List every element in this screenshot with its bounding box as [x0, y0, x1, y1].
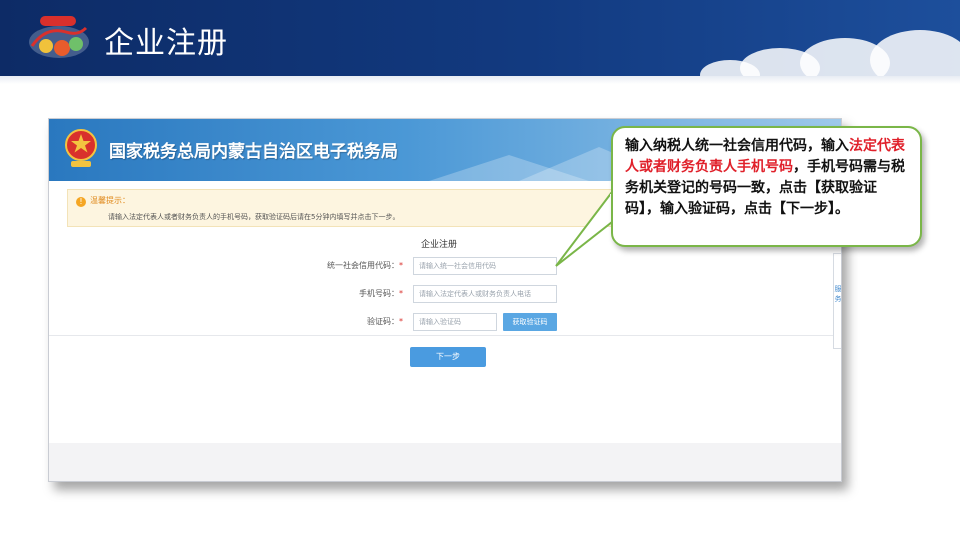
callout-text: 输入纳税人统一社会信用代码，输入法定代表人或者财务负责人手机号码，手机号码需与税…: [625, 136, 910, 220]
side-widget-char: 服: [834, 285, 842, 293]
verification-code-input[interactable]: [413, 313, 497, 331]
slide-header: 企业注册: [0, 0, 960, 76]
phone-input[interactable]: [413, 285, 557, 303]
required-mark: *: [399, 317, 403, 326]
notice-text: 请输入法定代表人或者财务负责人的手机号码，获取验证码后请在5分钟内填写并点击下一…: [108, 213, 400, 221]
credit-code-label: 统一社会信用代码：*: [283, 260, 403, 271]
phone-label-text: 手机号码：: [359, 289, 399, 298]
site-title: 国家税务总局内蒙古自治区电子税务局: [109, 142, 398, 162]
required-mark: *: [399, 261, 403, 270]
info-icon: !: [76, 197, 86, 207]
verification-code-label: 验证码：*: [283, 316, 403, 327]
callout-text-part1: 输入纳税人统一社会信用代码，输入: [625, 138, 849, 154]
required-mark: *: [399, 289, 403, 298]
verification-code-label-text: 验证码：: [367, 317, 399, 326]
credit-code-input[interactable]: [413, 257, 557, 275]
side-widget-char: 务: [834, 295, 842, 303]
get-code-button[interactable]: 获取验证码: [503, 313, 557, 331]
notice-title: 温馨提示：: [90, 196, 130, 205]
slide-title: 企业注册: [104, 26, 228, 61]
header-shadow: [0, 76, 960, 84]
credit-code-label-text: 统一社会信用代码：: [327, 261, 399, 270]
side-service-widget[interactable]: 服 务: [833, 253, 842, 349]
divider: [49, 335, 841, 336]
tax-mascot-logo-icon: [29, 16, 89, 58]
notice-box: ! 温馨提示： 请输入法定代表人或者财务负责人的手机号码，获取验证码后请在5分钟…: [67, 189, 647, 227]
phone-label: 手机号码：*: [283, 288, 403, 299]
instruction-callout: 输入纳税人统一社会信用代码，输入法定代表人或者财务负责人手机号码，手机号码需与税…: [611, 126, 922, 247]
national-emblem-icon: [65, 129, 97, 167]
next-step-button[interactable]: 下一步: [410, 347, 486, 367]
form-heading: 企业注册: [421, 240, 458, 250]
